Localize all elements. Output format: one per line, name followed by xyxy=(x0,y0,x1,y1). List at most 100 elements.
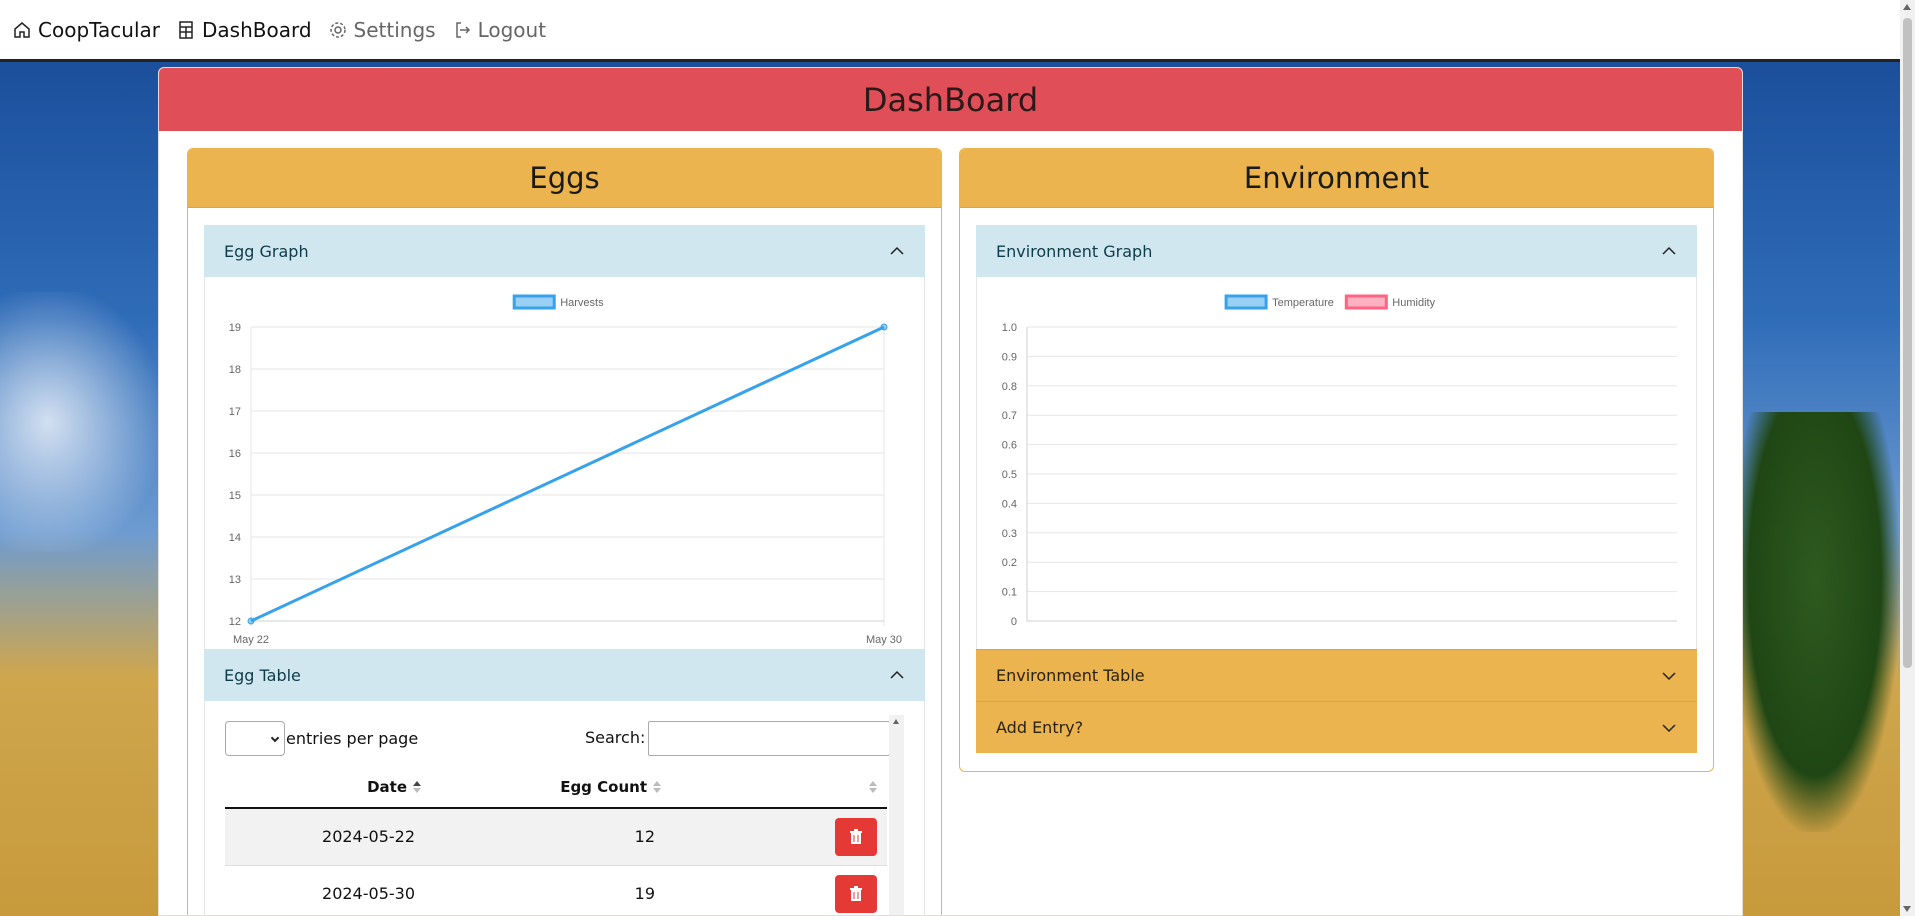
table-row: 2024-05-22 12 xyxy=(225,808,887,866)
page-title: DashBoard xyxy=(862,80,1039,119)
environment-graph-accordion: Environment Graph Temperature Humidity 1.0… xyxy=(976,225,1697,753)
nav-settings-link[interactable]: Settings xyxy=(328,18,436,42)
y-tick-label: 0 xyxy=(1011,616,1017,628)
chevron-up-icon xyxy=(890,246,904,255)
legend-swatch xyxy=(1344,294,1388,310)
chevron-down-icon xyxy=(1662,671,1676,680)
y-tick-label: 0.2 xyxy=(1002,557,1017,569)
legend-swatch xyxy=(512,294,556,310)
y-tick-label: 0.3 xyxy=(1002,528,1017,540)
egg-graph-title: Egg Graph xyxy=(224,241,309,261)
dashboard-header: DashBoard xyxy=(159,68,1742,131)
environment-graph-title: Environment Graph xyxy=(996,241,1153,261)
y-tick-label: 0.1 xyxy=(1002,587,1017,599)
data-point xyxy=(247,617,255,625)
entries-per-page-select[interactable] xyxy=(225,721,285,756)
row-actions xyxy=(685,865,887,915)
search-input[interactable] xyxy=(648,721,890,756)
column-header-date[interactable]: Date xyxy=(225,766,445,809)
y-tick-label: 0.5 xyxy=(1002,469,1017,481)
row-egg-count: 19 xyxy=(445,865,685,915)
y-tick-label: 0.6 xyxy=(1002,440,1017,452)
table-scrollbar[interactable] xyxy=(889,715,904,915)
eggs-panel: Eggs Egg Graph Harvests 19 18 17 16 15 14 13 12 M… xyxy=(187,148,942,915)
entries-per-page-label: entries per page xyxy=(286,729,419,748)
column-header-actions[interactable] xyxy=(685,766,887,809)
nav-brand-link[interactable]: CoopTacular xyxy=(12,18,160,42)
search-label: Search: xyxy=(585,728,646,747)
nav-settings-label: Settings xyxy=(353,17,436,42)
row-date: 2024-05-30 xyxy=(225,865,445,915)
environment-table-title: Environment Table xyxy=(996,666,1145,685)
nav-dashboard-link[interactable]: DashBoard xyxy=(176,18,312,42)
egg-graph-body: Harvests 19 18 17 16 15 14 13 12 May 22 May 30 xyxy=(204,277,925,649)
chevron-down-icon xyxy=(270,733,280,743)
egg-table-toggle[interactable]: Egg Table xyxy=(204,649,925,701)
trash-icon xyxy=(850,885,862,901)
nav-dashboard-label: DashBoard xyxy=(202,17,312,42)
background-tree xyxy=(1730,412,1900,832)
nav-logout-label: Logout xyxy=(477,17,547,42)
chevron-down-icon xyxy=(1662,723,1676,732)
sort-icon xyxy=(653,781,661,793)
chevron-up-icon xyxy=(890,670,904,679)
row-date: 2024-05-22 xyxy=(225,808,445,866)
delete-button[interactable] xyxy=(835,874,877,913)
environment-chart: Temperature Humidity 1.0 0.9 0.8 0.7 0.6 0.5 0.4… xyxy=(1002,294,1677,628)
environment-panel: Environment Environment Graph Temperatur… xyxy=(959,148,1714,772)
scrollbar-thumb[interactable] xyxy=(1903,18,1912,668)
scroll-up-icon xyxy=(1903,4,1911,10)
home-icon xyxy=(14,21,30,38)
environment-table-toggle[interactable]: Environment Table xyxy=(976,649,1697,701)
legend-label: Humidity xyxy=(1392,297,1435,309)
y-tick-label: 0.9 xyxy=(1002,351,1017,363)
top-navbar: CoopTacular DashBoard Settings Logout xyxy=(0,0,1900,62)
gear-icon xyxy=(329,21,346,38)
sort-icon xyxy=(869,781,877,793)
environment-panel-header: Environment xyxy=(960,149,1713,208)
x-tick-label: May 22 xyxy=(233,634,269,646)
y-tick-label: 18 xyxy=(229,364,241,376)
delete-button[interactable] xyxy=(835,817,877,856)
y-tick-label: 14 xyxy=(229,532,241,544)
environment-panel-title: Environment xyxy=(1243,161,1430,195)
table-icon xyxy=(179,20,193,39)
environment-graph-toggle[interactable]: Environment Graph xyxy=(976,225,1697,277)
trash-icon xyxy=(850,828,862,844)
scroll-up-icon xyxy=(893,719,899,724)
chevron-up-icon xyxy=(1662,246,1676,255)
egg-table-controls: entries per page Search: xyxy=(225,721,890,757)
y-tick-label: 12 xyxy=(229,616,241,628)
egg-table-title: Egg Table xyxy=(224,665,301,685)
data-point xyxy=(880,323,888,331)
column-header-egg-count[interactable]: Egg Count xyxy=(445,766,685,809)
environment-graph-body: Temperature Humidity 1.0 0.9 0.8 0.7 0.6 0.5 0.4… xyxy=(976,277,1697,649)
y-tick-label: 13 xyxy=(229,574,241,586)
legend-label: Temperature xyxy=(1272,297,1334,309)
y-tick-label: 0.4 xyxy=(1002,498,1017,510)
nav-brand-label: CoopTacular xyxy=(38,17,161,42)
add-entry-title: Add Entry? xyxy=(996,718,1084,737)
series-line xyxy=(250,325,885,623)
dashboard-card: DashBoard Eggs Egg Graph Harvests 19 18 17 1… xyxy=(158,67,1743,916)
sort-icon xyxy=(413,781,421,793)
egg-table-body: entries per page Search: Date Egg Count xyxy=(204,701,925,915)
legend-swatch xyxy=(1224,294,1268,310)
page-scrollbar[interactable] xyxy=(1900,0,1915,916)
egg-chart: Harvests 19 18 17 16 15 14 13 12 May 22 May 30 xyxy=(229,294,902,646)
egg-graph-toggle[interactable]: Egg Graph xyxy=(204,225,925,277)
y-tick-label: 17 xyxy=(229,406,241,418)
eggs-panel-header: Eggs xyxy=(188,149,941,208)
y-tick-label: 1.0 xyxy=(1002,322,1017,334)
y-tick-label: 0.7 xyxy=(1002,410,1017,422)
background-clouds xyxy=(0,292,160,552)
y-tick-label: 16 xyxy=(229,448,241,460)
y-tick-label: 19 xyxy=(229,322,241,334)
add-entry-toggle[interactable]: Add Entry? xyxy=(976,701,1697,753)
logout-icon xyxy=(455,21,470,38)
egg-graph-accordion: Egg Graph Harvests 19 18 17 16 15 14 13 12 May 22… xyxy=(204,225,925,915)
table-row: 2024-05-30 19 xyxy=(225,865,887,915)
egg-table: Date Egg Count 2024-05-22 12 2024-05-30 … xyxy=(225,766,887,915)
nav-logout-link[interactable]: Logout xyxy=(452,18,546,42)
eggs-panel-title: Eggs xyxy=(529,161,600,195)
